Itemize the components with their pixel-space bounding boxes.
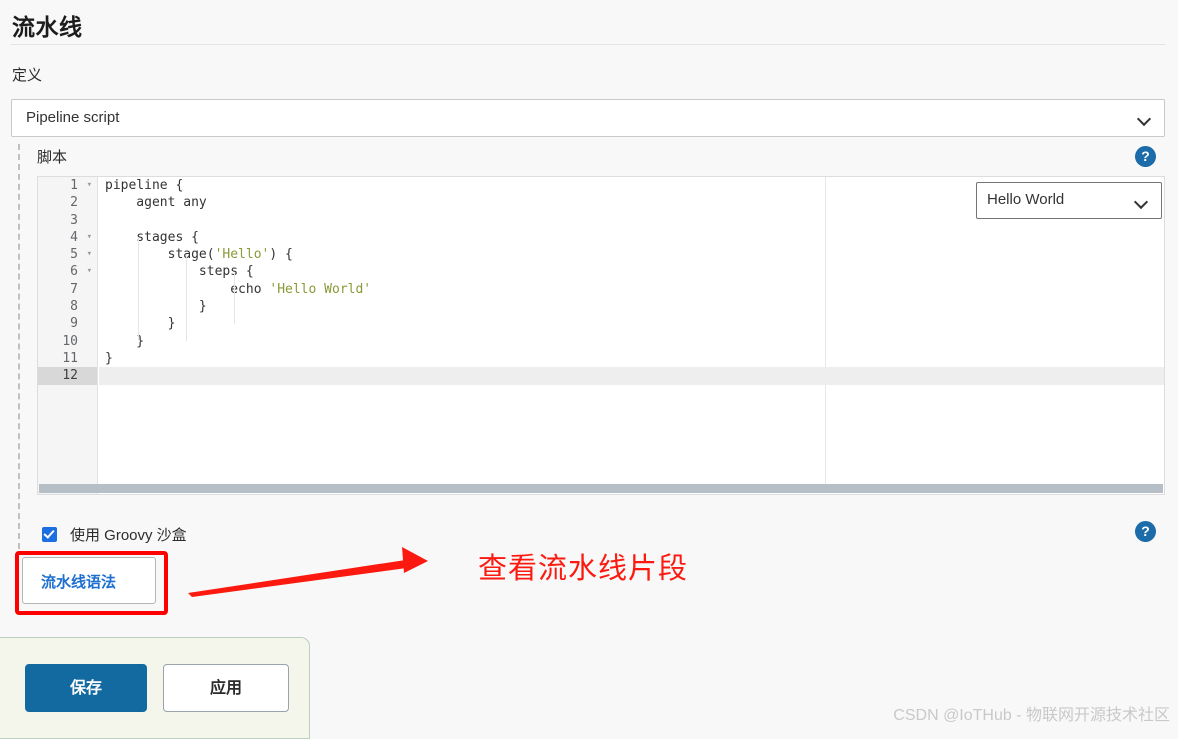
editor-code-line: } bbox=[105, 316, 176, 332]
chevron-down-icon bbox=[1136, 196, 1148, 208]
pipeline-syntax-box[interactable]: 流水线语法 bbox=[22, 557, 156, 604]
definition-label: 定义 bbox=[12, 67, 43, 84]
script-label: 脚本 bbox=[37, 149, 68, 166]
code-fold-toggle-icon[interactable]: ▾ bbox=[87, 177, 92, 194]
editor-line-number: 8 bbox=[70, 299, 78, 315]
editor-line-number: 11 bbox=[62, 350, 78, 366]
indent-guide bbox=[186, 255, 187, 341]
apply-button[interactable]: 应用 bbox=[163, 664, 289, 712]
editor-line-number: 4 ▾ bbox=[70, 229, 92, 246]
pipeline-syntax-link[interactable]: 流水线语法 bbox=[41, 571, 116, 592]
pipeline-script-editor[interactable]: 1 ▾ 2 3 4 ▾ 5 ▾ 6 ▾ 7 8 9 10 11 12 pipeline { agent any… bbox=[37, 176, 1165, 495]
code-fold-toggle-icon[interactable]: ▾ bbox=[87, 229, 92, 246]
editor-line-number: 6 ▾ bbox=[70, 263, 92, 280]
editor-code-area[interactable]: pipeline { agent any stages { stage('Hel… bbox=[99, 177, 1164, 494]
annotation-text: 查看流水线片段 bbox=[478, 553, 689, 585]
snippet-select[interactable]: Hello World bbox=[976, 182, 1162, 219]
editor-line-number: 5 ▾ bbox=[70, 246, 92, 263]
form-action-bar: 保存 应用 bbox=[0, 637, 310, 739]
groovy-sandbox-label: 使用 Groovy 沙盒 bbox=[70, 527, 187, 544]
code-fold-toggle-icon[interactable]: ▾ bbox=[87, 246, 92, 263]
editor-code-line: } bbox=[105, 299, 207, 315]
page-title: 流水线 bbox=[12, 14, 83, 40]
groovy-sandbox-checkbox[interactable] bbox=[42, 527, 57, 542]
editor-line-number: 10 bbox=[62, 333, 78, 349]
horizontal-scrollbar[interactable] bbox=[39, 484, 1163, 493]
editor-line-number: 1 ▾ bbox=[70, 177, 92, 194]
editor-line-number: 12 bbox=[38, 367, 97, 385]
definition-select[interactable]: Pipeline script bbox=[11, 99, 1165, 137]
editor-code-line bbox=[99, 367, 1164, 385]
indent-guide bbox=[234, 272, 235, 324]
editor-code-line: stage('Hello') { bbox=[105, 247, 293, 263]
editor-line-number: 9 bbox=[70, 316, 78, 332]
save-button[interactable]: 保存 bbox=[25, 664, 147, 712]
definition-select-value: Pipeline script bbox=[26, 109, 120, 126]
question-help-icon[interactable]: ? bbox=[1135, 146, 1156, 167]
editor-code-line: } bbox=[105, 350, 113, 366]
chevron-down-icon bbox=[1139, 113, 1151, 125]
indent-guide bbox=[138, 237, 139, 340]
editor-code-line: echo 'Hello World' bbox=[105, 281, 372, 297]
red-arrow-icon bbox=[188, 547, 428, 597]
title-divider bbox=[10, 44, 1166, 45]
editor-code-line: steps { bbox=[105, 264, 254, 280]
editor-line-number: 7 bbox=[70, 281, 78, 297]
editor-code-line: stages { bbox=[105, 229, 199, 245]
editor-line-number: 2 bbox=[70, 195, 78, 211]
code-fold-toggle-icon[interactable]: ▾ bbox=[87, 263, 92, 280]
editor-gutter: 1 ▾ 2 3 4 ▾ 5 ▾ 6 ▾ 7 8 9 10 11 12 bbox=[38, 177, 98, 494]
editor-line-number: 3 bbox=[70, 212, 78, 228]
watermark: CSDN @IoTHub - 物联网开源技术社区 bbox=[893, 707, 1170, 724]
question-help-icon[interactable]: ? bbox=[1135, 521, 1156, 542]
editor-code-line: } bbox=[105, 333, 145, 349]
snippet-select-value: Hello World bbox=[987, 191, 1065, 208]
groovy-sandbox-row[interactable]: 使用 Groovy 沙盒 bbox=[42, 524, 187, 545]
